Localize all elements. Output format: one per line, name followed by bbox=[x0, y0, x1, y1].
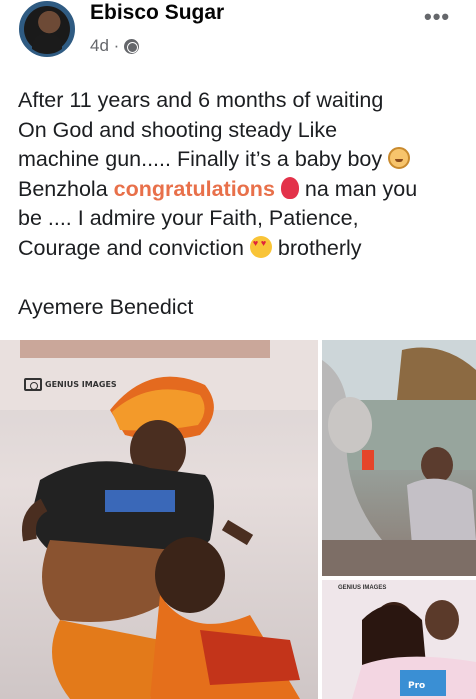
post-time[interactable]: 4d · bbox=[90, 36, 119, 56]
camera-icon bbox=[24, 378, 42, 391]
shirt-text: Pro bbox=[408, 681, 425, 691]
globe-icon bbox=[124, 38, 140, 54]
post-signature: Ayemere Benedict bbox=[18, 294, 194, 319]
post-line: Courage and conviction brotherly bbox=[18, 234, 468, 264]
photo-side-top[interactable] bbox=[322, 340, 476, 576]
post-line: After 11 years and 6 months of waiting bbox=[18, 88, 384, 112]
post-line: Benzhola congratulations na man you bbox=[18, 176, 418, 201]
couple-portrait-illustration: Pro bbox=[322, 580, 476, 699]
ceremony-photo-illustration bbox=[322, 340, 476, 576]
photo-side-bottom[interactable]: Pro bbox=[322, 580, 476, 699]
post-line: machine gun..... Finally it’s a baby boy bbox=[18, 145, 468, 175]
post-blank-line bbox=[18, 263, 468, 293]
photo-watermark-small: GENIUS IMAGES bbox=[338, 585, 387, 591]
post-line: be .... I admire your Faith, Patience, bbox=[18, 206, 359, 230]
post-body: After 11 years and 6 months of waiting O… bbox=[18, 86, 468, 322]
author-avatar[interactable] bbox=[19, 1, 75, 57]
post-meta: 4d · bbox=[90, 36, 140, 56]
author-name[interactable]: Ebisco Sugar bbox=[90, 1, 224, 25]
congratulations-word: congratulations bbox=[113, 176, 275, 201]
heart-eyes-emoji bbox=[249, 235, 272, 258]
photo-grid: GENIUS IMAGES Pro GENIUS IMAGES bbox=[0, 340, 476, 699]
photo-main[interactable]: GENIUS IMAGES bbox=[0, 340, 318, 699]
post-line: On God and shooting steady Like bbox=[18, 117, 338, 142]
balloon-emoji bbox=[280, 176, 299, 199]
post-header: Ebisco Sugar 4d · ••• bbox=[0, 0, 476, 70]
avatar-image bbox=[24, 6, 70, 54]
more-options-icon[interactable]: ••• bbox=[424, 4, 450, 30]
photo-watermark: GENIUS IMAGES bbox=[24, 378, 117, 391]
baby-emoji bbox=[388, 147, 411, 169]
couple-photo-illustration bbox=[0, 340, 318, 699]
